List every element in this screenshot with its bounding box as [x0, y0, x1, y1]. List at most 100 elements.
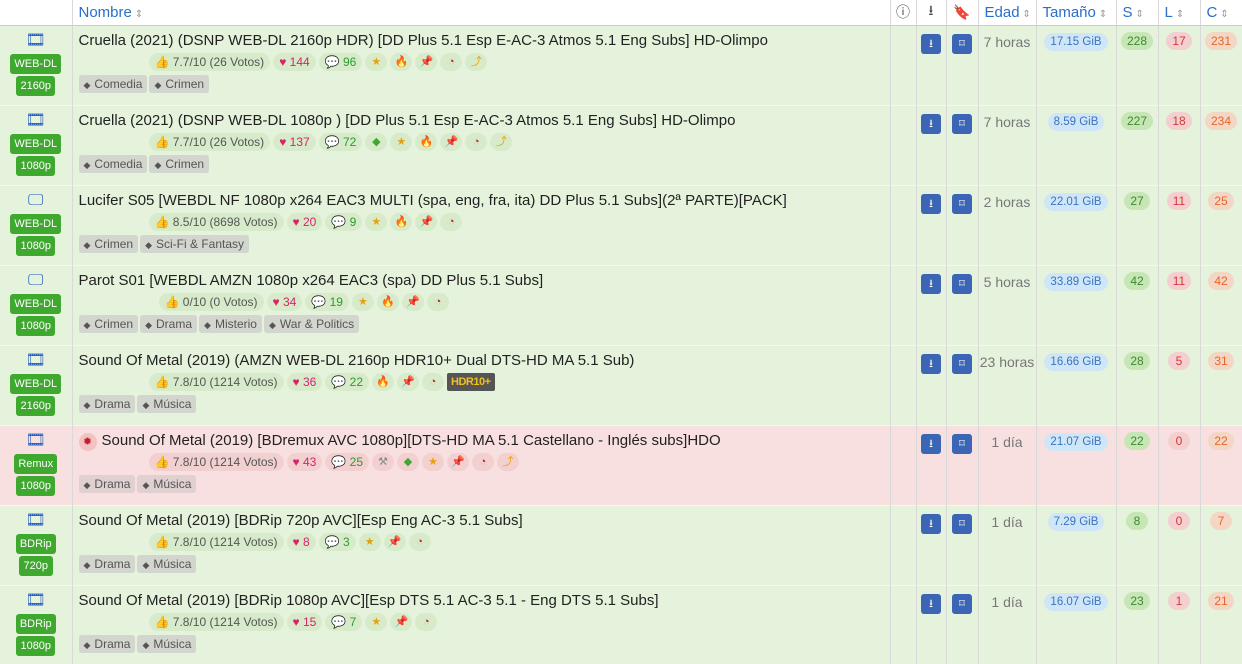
bookmark-button[interactable]: ⌑	[952, 113, 972, 134]
torrent-title[interactable]: Sound Of Metal (2019) [BDRip 1080p AVC][…	[79, 590, 884, 612]
genre-tag[interactable]: Música	[137, 474, 197, 493]
download-button[interactable]: ⭳	[921, 193, 941, 214]
bookmark-button[interactable]: ⌑	[952, 353, 972, 374]
seeders-count[interactable]: 227	[1120, 111, 1154, 130]
download-button[interactable]: ⭳	[921, 113, 941, 134]
leechers-count[interactable]: 1	[1168, 591, 1190, 610]
genre-tag[interactable]: Drama	[140, 314, 198, 333]
genre-tag[interactable]: Misterio	[199, 314, 262, 333]
resolution-badge[interactable]: 2160p	[16, 395, 56, 416]
completed-count[interactable]: 22	[1208, 431, 1234, 450]
torrent-title[interactable]: Sound Of Metal (2019) [BDRip 720p AVC][E…	[79, 510, 884, 532]
seeders-count[interactable]: 23	[1124, 591, 1150, 610]
film-icon[interactable]: 🎞	[0, 112, 72, 132]
torrent-title-text[interactable]: Cruella (2021) (DSNP WEB-DL 1080p ) [DD …	[79, 112, 736, 129]
likes-pill[interactable]: ♥ 144	[273, 52, 316, 71]
quality-badge[interactable]: WEB-DL	[10, 373, 62, 394]
name-header[interactable]: Nombre ⇕	[72, 0, 891, 26]
genre-tag[interactable]: Crimen	[149, 74, 210, 93]
genre-tag[interactable]: Música	[137, 634, 197, 653]
seeders-count[interactable]: 22	[1124, 431, 1150, 450]
quality-badge[interactable]: WEB-DL	[10, 213, 62, 234]
film-icon[interactable]: 🎞	[0, 432, 72, 452]
bookmark-button[interactable]: ⌑	[952, 273, 972, 294]
likes-pill[interactable]: ♥ 8	[286, 532, 316, 551]
torrent-title-text[interactable]: Sound Of Metal (2019) [BDRip 720p AVC][E…	[79, 512, 523, 529]
bookmark-button[interactable]: ⌑	[952, 593, 972, 614]
likes-pill[interactable]: ♥ 15	[286, 612, 323, 631]
likes-pill[interactable]: ♥ 43	[286, 452, 323, 471]
seeders-count[interactable]: 28	[1124, 351, 1150, 370]
genre-tag[interactable]: Crimen	[78, 314, 139, 333]
quality-badge[interactable]: WEB-DL	[10, 133, 62, 154]
leechers-count[interactable]: 17	[1166, 31, 1192, 50]
completed-count[interactable]: 42	[1208, 271, 1234, 290]
size-header[interactable]: Tamaño ⇕	[1036, 0, 1117, 26]
torrent-title-text[interactable]: Sound Of Metal (2019) [BDremux AVC 1080p…	[102, 432, 721, 449]
torrent-title[interactable]: Parot S01 [WEBDL AMZN 1080p x264 EAC3 (s…	[79, 270, 884, 292]
comments-pill[interactable]: 💬 96	[318, 52, 363, 71]
download-button[interactable]: ⭳	[921, 433, 941, 454]
genre-tag[interactable]: Comedia	[78, 154, 148, 173]
completed-count[interactable]: 25	[1208, 191, 1234, 210]
genre-tag[interactable]: Comedia	[78, 74, 148, 93]
download-button[interactable]: ⭳	[921, 513, 941, 534]
torrent-title[interactable]: Sound Of Metal (2019) (AMZN WEB-DL 2160p…	[79, 350, 884, 372]
quality-badge[interactable]: BDRip	[15, 533, 56, 554]
comments-pill[interactable]: 💬 7	[325, 612, 363, 631]
comments-pill[interactable]: 💬 25	[325, 452, 369, 471]
seeders-count[interactable]: 8	[1126, 511, 1148, 530]
torrent-title-text[interactable]: Sound Of Metal (2019) [BDRip 1080p AVC][…	[79, 592, 659, 609]
resolution-badge[interactable]: 2160p	[16, 75, 56, 96]
genre-tag[interactable]: Drama	[78, 474, 136, 493]
completed-header[interactable]: C ⇕	[1200, 0, 1242, 26]
tv-icon[interactable]: 🖵	[0, 272, 72, 292]
torrent-title[interactable]: Cruella (2021) (DSNP WEB-DL 2160p HDR) […	[79, 30, 884, 52]
bookmark-button[interactable]: ⌑	[952, 513, 972, 534]
film-icon[interactable]: 🎞	[0, 592, 72, 612]
tv-icon[interactable]: 🖵	[0, 192, 72, 212]
film-icon[interactable]: 🎞	[0, 352, 72, 372]
torrent-title-text[interactable]: Parot S01 [WEBDL AMZN 1080p x264 EAC3 (s…	[79, 272, 544, 289]
torrent-title[interactable]: Lucifer S05 [WEBDL NF 1080p x264 EAC3 MU…	[79, 190, 884, 212]
leechers-count[interactable]: 11	[1166, 191, 1192, 210]
quality-badge[interactable]: WEB-DL	[10, 293, 62, 314]
download-button[interactable]: ⭳	[921, 33, 941, 54]
resolution-badge[interactable]: 1080p	[16, 155, 56, 176]
resolution-badge[interactable]: 1080p	[16, 315, 56, 336]
comments-pill[interactable]: 💬 3	[318, 532, 356, 551]
completed-count[interactable]: 31	[1208, 351, 1234, 370]
genre-tag[interactable]: Drama	[78, 394, 136, 413]
likes-pill[interactable]: ♥ 34	[266, 292, 303, 311]
completed-count[interactable]: 234	[1204, 111, 1238, 130]
genre-tag[interactable]: Crimen	[78, 234, 139, 253]
comments-pill[interactable]: 💬 9	[325, 212, 363, 231]
leechers-count[interactable]: 0	[1168, 431, 1190, 450]
comments-pill[interactable]: 💬 19	[305, 292, 349, 311]
seeders-count[interactable]: 42	[1124, 271, 1150, 290]
likes-pill[interactable]: ♥ 20	[286, 212, 323, 231]
film-icon[interactable]: 🎞	[0, 32, 72, 52]
genre-tag[interactable]: Drama	[78, 554, 136, 573]
quality-badge[interactable]: Remux	[14, 453, 58, 474]
leechers-count[interactable]: 18	[1166, 111, 1192, 130]
completed-count[interactable]: 7	[1210, 511, 1232, 530]
likes-pill[interactable]: ♥ 137	[273, 132, 316, 151]
seeders-count[interactable]: 27	[1124, 191, 1150, 210]
seeders-count[interactable]: 228	[1120, 31, 1154, 50]
quality-badge[interactable]: WEB-DL	[10, 53, 62, 74]
bookmark-button[interactable]: ⌑	[952, 33, 972, 54]
leechers-count[interactable]: 11	[1166, 271, 1192, 290]
comments-pill[interactable]: 💬 22	[325, 372, 369, 391]
torrent-title-text[interactable]: Lucifer S05 [WEBDL NF 1080p x264 EAC3 MU…	[79, 192, 787, 209]
quality-badge[interactable]: BDRip	[15, 613, 56, 634]
genre-tag[interactable]: Música	[137, 394, 197, 413]
age-header[interactable]: Edad ⇕	[978, 0, 1037, 26]
comments-pill[interactable]: 💬 72	[318, 132, 363, 151]
download-button[interactable]: ⭳	[921, 273, 941, 294]
torrent-title[interactable]: Cruella (2021) (DSNP WEB-DL 1080p ) [DD …	[79, 110, 884, 132]
genre-tag[interactable]: War & Politics	[263, 314, 360, 333]
download-button[interactable]: ⭳	[921, 353, 941, 374]
download-button[interactable]: ⭳	[921, 593, 941, 614]
genre-tag[interactable]: Sci-Fi & Fantasy	[140, 234, 250, 253]
